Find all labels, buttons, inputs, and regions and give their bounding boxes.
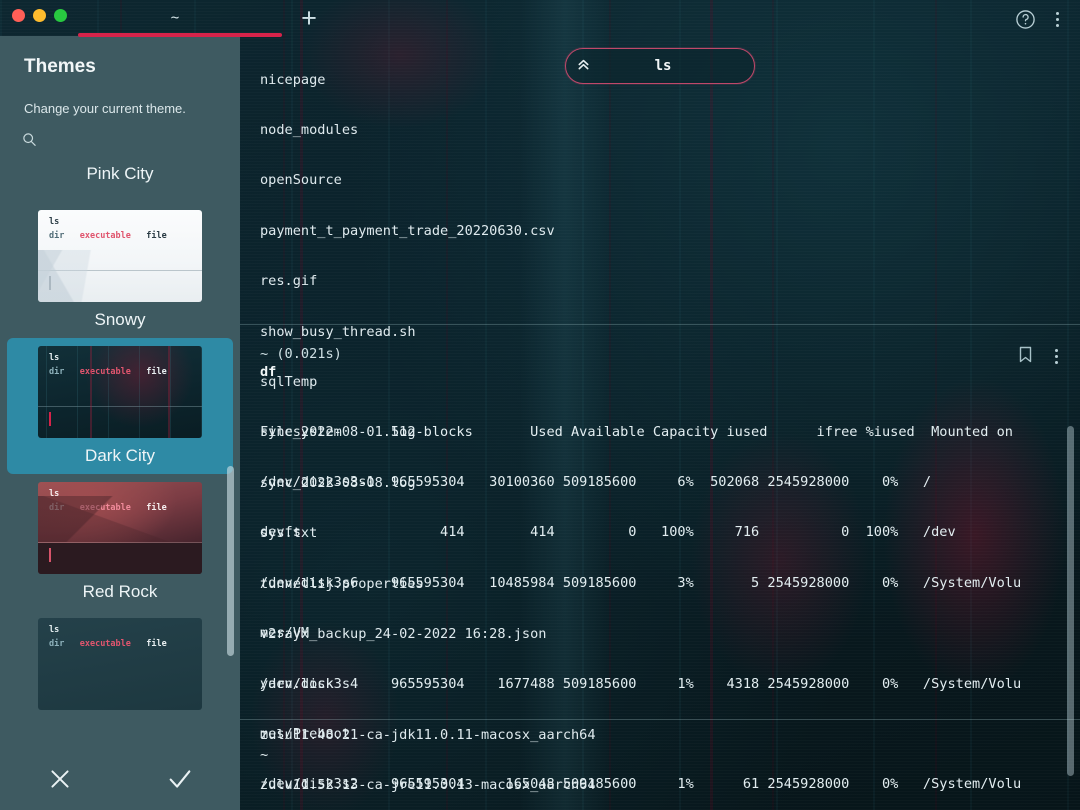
thumb-executable-label: executable bbox=[79, 367, 131, 377]
zoom-window-button[interactable] bbox=[54, 9, 67, 22]
ls-output-line: sqlTemp bbox=[260, 373, 318, 390]
theme-thumbnail: ls dir executable file bbox=[38, 210, 202, 302]
thumb-caret bbox=[49, 412, 51, 426]
cancel-button[interactable] bbox=[0, 766, 120, 797]
df-prompt: ~ (0.021s) bbox=[260, 346, 342, 362]
theme-name: Dark City bbox=[85, 446, 155, 465]
df-row: /dev/disk3s4 965595304 1677488 509185600… bbox=[260, 675, 1022, 692]
bookmark-icon[interactable] bbox=[1018, 346, 1033, 368]
check-icon bbox=[166, 765, 194, 798]
tab-home[interactable]: ~ bbox=[92, 0, 258, 36]
thumb-ls-label: ls bbox=[49, 353, 60, 363]
terminal-pane[interactable]: nicepage node_modules openSource payment… bbox=[240, 36, 1080, 810]
themes-sidebar: Themes Change your current theme. Pink C… bbox=[0, 36, 240, 810]
ls-output-line: openSource bbox=[260, 172, 342, 189]
thumb-legend: dir executable file bbox=[49, 231, 167, 241]
thumb-dir-label: dir bbox=[49, 231, 65, 241]
block-divider bbox=[240, 324, 1080, 325]
bottom-prompt[interactable]: ~ bbox=[260, 747, 268, 764]
tab-active-indicator bbox=[78, 33, 282, 37]
thumb-divider bbox=[38, 270, 202, 271]
search-icon[interactable] bbox=[22, 126, 50, 152]
command-pill[interactable]: ls bbox=[565, 48, 755, 84]
minimize-window-button[interactable] bbox=[33, 9, 46, 22]
theme-thumbnail: ls dir executable file bbox=[38, 618, 202, 710]
df-header-row: Filesystem 512-blocks Used Available Cap… bbox=[260, 423, 1013, 440]
theme-item-dark-city[interactable]: ls dir executable file Dark City bbox=[7, 338, 233, 474]
theme-thumbnail: ls dir executable file bbox=[38, 346, 202, 438]
themes-scrollbar[interactable] bbox=[227, 466, 234, 656]
thumb-legend: dir executable file bbox=[49, 503, 167, 513]
ls-output-line: res.gif bbox=[260, 273, 318, 290]
df-command: df bbox=[260, 364, 277, 380]
sidebar-subtitle: Change your current theme. bbox=[24, 101, 186, 116]
thumb-ls-label: ls bbox=[49, 625, 60, 635]
command-pill-label: ls bbox=[654, 57, 672, 74]
df-output-table: Filesystem 512-blocks Used Available Cap… bbox=[260, 390, 1021, 810]
thumb-dir-label: dir bbox=[49, 367, 65, 377]
chevrons-up-icon[interactable] bbox=[566, 57, 600, 75]
theme-name: Pink City bbox=[86, 164, 154, 183]
thumb-dir-label: dir bbox=[49, 639, 65, 649]
ls-output-line: payment_t_payment_trade_20220630.csv bbox=[260, 222, 555, 239]
theme-item-pink-city[interactable]: Pink City bbox=[7, 156, 233, 202]
block-divider bbox=[240, 719, 1080, 720]
titlebar-actions bbox=[1012, 6, 1070, 32]
close-icon bbox=[47, 766, 73, 797]
df-block-actions[interactable] bbox=[1018, 346, 1058, 368]
thumb-file-label: file bbox=[146, 503, 167, 513]
ls-output-line: node_modules bbox=[260, 121, 359, 138]
theme-name: Snowy bbox=[94, 310, 146, 329]
terminal-scrollbar[interactable] bbox=[1067, 426, 1074, 776]
ls-output-line: show_busy_thread.sh bbox=[260, 323, 416, 340]
thumb-file-label: file bbox=[146, 231, 167, 241]
thumb-ls-label: ls bbox=[49, 217, 60, 227]
df-row: mes/VM bbox=[260, 625, 310, 642]
theme-thumbnail: ls dir executable file bbox=[38, 482, 202, 574]
thumb-ls-label: ls bbox=[49, 489, 60, 499]
theme-item-next[interactable]: ls dir executable file bbox=[7, 610, 233, 718]
close-window-button[interactable] bbox=[12, 9, 25, 22]
help-circle-icon[interactable] bbox=[1012, 6, 1038, 32]
thumb-legend: dir executable file bbox=[49, 367, 167, 377]
new-tab-button[interactable]: + bbox=[295, 5, 323, 32]
thumb-divider bbox=[38, 406, 202, 407]
df-row: mes/Preboot bbox=[260, 725, 351, 742]
df-row: /dev/disk3s2 965595304 165048 509185600 … bbox=[260, 776, 1022, 793]
thumb-executable-label: executable bbox=[79, 503, 131, 513]
df-row: devfs 414 414 0 100% 716 0 100% /dev bbox=[260, 524, 956, 541]
thumb-divider bbox=[38, 542, 202, 543]
thumb-dir-label: dir bbox=[49, 503, 65, 513]
kebab-menu-icon[interactable] bbox=[1055, 349, 1058, 365]
thumb-executable-label: executable bbox=[79, 231, 131, 241]
theme-item-snowy[interactable]: ls dir executable file Snowy bbox=[7, 202, 233, 338]
kebab-menu-icon[interactable] bbox=[1044, 6, 1070, 32]
terminal-app-window: nicepage node_modules openSource payment… bbox=[0, 0, 1080, 810]
thumb-caret bbox=[49, 548, 51, 562]
df-row: /dev/disk3s3s1 965595304 30100360 509185… bbox=[260, 473, 932, 490]
thumb-lower-panel bbox=[38, 543, 202, 574]
thumb-legend: dir executable file bbox=[49, 639, 167, 649]
confirm-button[interactable] bbox=[120, 765, 240, 798]
theme-name: Red Rock bbox=[82, 582, 158, 601]
themes-list[interactable]: Pink City ls dir executable file Snowy l… bbox=[0, 156, 240, 752]
thumb-executable-label: executable bbox=[79, 639, 131, 649]
thumb-caret bbox=[49, 276, 51, 290]
thumb-file-label: file bbox=[146, 367, 167, 377]
window-titlebar: ~ + bbox=[0, 0, 1080, 37]
df-row: /dev/disk3s6 965595304 10485984 50918560… bbox=[260, 574, 1022, 591]
theme-item-red-rock[interactable]: ls dir executable file Red Rock bbox=[7, 474, 233, 610]
sidebar-footer bbox=[0, 752, 240, 810]
traffic-lights[interactable] bbox=[12, 9, 67, 22]
page-title: Themes bbox=[24, 56, 96, 77]
thumb-file-label: file bbox=[146, 639, 167, 649]
